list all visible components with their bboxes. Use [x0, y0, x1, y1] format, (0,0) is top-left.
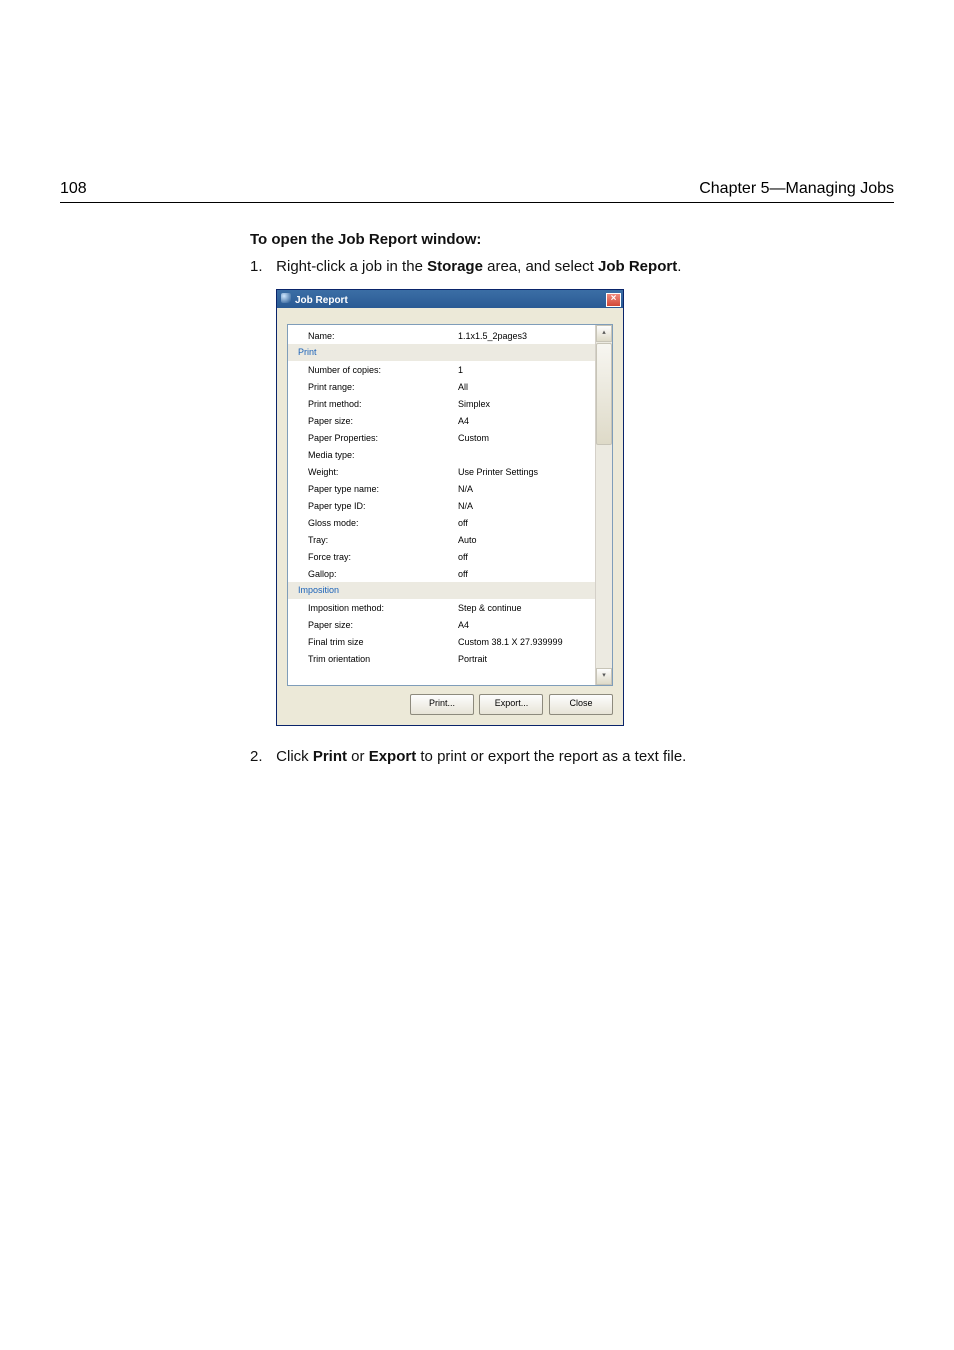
value: 1.1x1.5_2pages3 [458, 331, 595, 341]
report-row: Paper size:A4 [288, 412, 595, 429]
label: Paper type ID: [288, 501, 458, 511]
page-header: 108 Chapter 5—Managing Jobs [60, 0, 894, 203]
window-title: Job Report [295, 295, 348, 306]
label: Paper size: [288, 620, 458, 630]
label: Tray: [288, 535, 458, 545]
bold-export: Export [369, 748, 417, 765]
export-button[interactable]: Export... [479, 694, 543, 715]
report-row: Force tray:off [288, 548, 595, 565]
value: Use Printer Settings [458, 467, 595, 477]
label: Media type: [288, 450, 458, 460]
step-2-text: Click Print or Export to print or export… [276, 748, 686, 765]
value: A4 [458, 620, 595, 630]
text: . [677, 258, 681, 275]
value: N/A [458, 484, 595, 494]
report-row: Paper type ID:N/A [288, 497, 595, 514]
label: Paper Properties: [288, 433, 458, 443]
titlebar: Job Report × [277, 290, 623, 308]
print-button[interactable]: Print... [410, 694, 474, 715]
value: A4 [458, 416, 595, 426]
report-row: Paper size:A4 [288, 616, 595, 633]
bold-print: Print [313, 748, 347, 765]
label: Gloss mode: [288, 518, 458, 528]
chapter-title: Chapter 5—Managing Jobs [699, 180, 894, 198]
dialog-buttons: Print... Export... Close [287, 686, 613, 715]
value: Step & continue [458, 603, 595, 613]
close-button[interactable]: Close [549, 694, 613, 715]
value: Portrait [458, 654, 595, 664]
label: Name: [288, 331, 458, 341]
value: Simplex [458, 399, 595, 409]
report-row: Final trim sizeCustom 38.1 X 27.939999 [288, 633, 595, 650]
label: Force tray: [288, 552, 458, 562]
value: off [458, 569, 595, 579]
close-icon[interactable]: × [606, 293, 621, 307]
app-icon [281, 293, 291, 303]
report-row: Media type: [288, 446, 595, 463]
label: Gallop: [288, 569, 458, 579]
text: or [347, 748, 369, 765]
scroll-down-icon[interactable]: ▾ [596, 668, 612, 685]
report-list: Name: 1.1x1.5_2pages3 Print Number of co… [287, 324, 613, 686]
report-row: Tray:Auto [288, 531, 595, 548]
report-row: Number of copies:1 [288, 361, 595, 378]
scroll-up-icon[interactable]: ▴ [596, 325, 612, 342]
label: Paper size: [288, 416, 458, 426]
text: to print or export the report as a text … [416, 748, 686, 765]
bold-job-report: Job Report [598, 258, 677, 275]
page-number: 108 [60, 180, 87, 198]
report-row: Gloss mode:off [288, 514, 595, 531]
scrollbar[interactable]: ▴ ▾ [595, 325, 612, 685]
step-2-number: 2. [250, 748, 272, 765]
value: All [458, 382, 595, 392]
value: off [458, 552, 595, 562]
text: area, and select [483, 258, 598, 275]
page-body: To open the Job Report window: 1. Right-… [250, 231, 894, 765]
dialog-inner: Name: 1.1x1.5_2pages3 Print Number of co… [277, 308, 623, 725]
scroll-thumb[interactable] [596, 343, 612, 445]
report-row: Print method:Simplex [288, 395, 595, 412]
step-1-text: Right-click a job in the Storage area, a… [276, 258, 681, 275]
report-row: Paper Properties:Custom [288, 429, 595, 446]
value: 1 [458, 365, 595, 375]
step-1: 1. Right-click a job in the Storage area… [250, 258, 894, 275]
section-title: To open the Job Report window: [250, 231, 894, 248]
label: Trim orientation [288, 654, 458, 664]
value: N/A [458, 501, 595, 511]
section-print: Print [288, 344, 595, 361]
bold-storage: Storage [427, 258, 483, 275]
label: Weight: [288, 467, 458, 477]
report-row: Weight:Use Printer Settings [288, 463, 595, 480]
label: Final trim size [288, 637, 458, 647]
report-row: Gallop:off [288, 565, 595, 582]
report-row: Imposition method:Step & continue [288, 599, 595, 616]
titlebar-left: Job Report [281, 293, 348, 306]
report-row: Paper type name:N/A [288, 480, 595, 497]
step-2: 2. Click Print or Export to print or exp… [250, 748, 894, 765]
label: Print range: [288, 382, 458, 392]
page: 108 Chapter 5—Managing Jobs To open the … [0, 0, 954, 1350]
text: Click [276, 748, 313, 765]
label: Imposition method: [288, 603, 458, 613]
value: off [458, 518, 595, 528]
report-list-content: Name: 1.1x1.5_2pages3 Print Number of co… [288, 325, 595, 685]
report-row: Print range:All [288, 378, 595, 395]
job-report-dialog: Job Report × Name: 1.1x1.5_2pages3 Print… [276, 289, 624, 726]
step-1-number: 1. [250, 258, 272, 275]
label: Print method: [288, 399, 458, 409]
value: Custom 38.1 X 27.939999 [458, 637, 595, 647]
label: Number of copies: [288, 365, 458, 375]
label: Paper type name: [288, 484, 458, 494]
value: Auto [458, 535, 595, 545]
scroll-track[interactable] [596, 445, 612, 668]
report-row: Trim orientationPortrait [288, 650, 595, 667]
value: Custom [458, 433, 595, 443]
section-imposition: Imposition [288, 582, 595, 599]
row-name: Name: 1.1x1.5_2pages3 [288, 327, 595, 344]
text: Right-click a job in the [276, 258, 427, 275]
